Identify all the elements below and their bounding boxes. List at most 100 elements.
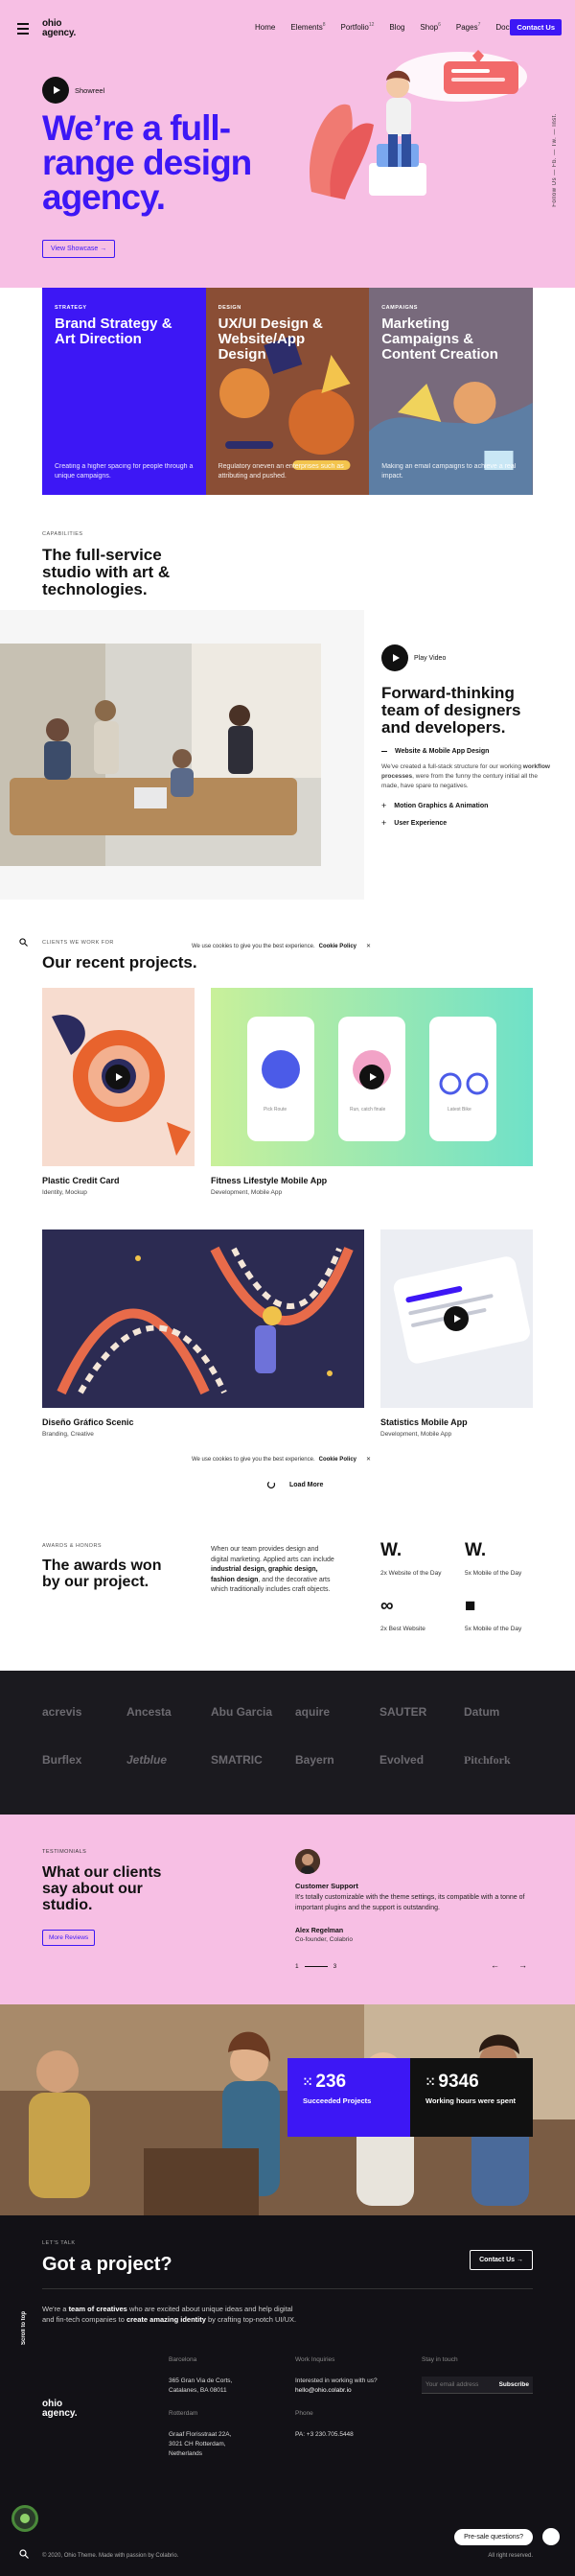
menu-item-elements[interactable]: Elements8 xyxy=(290,22,325,32)
cta-title: Got a project? xyxy=(42,2254,172,2275)
services-cards: STRATEGY Brand Strategy & Art Direction … xyxy=(42,288,533,495)
load-more-button[interactable]: Load More xyxy=(266,1480,323,1489)
grid-icon: ⁙ xyxy=(426,2074,439,2089)
play-icon[interactable] xyxy=(359,1065,384,1089)
grid-icon: ⁙ xyxy=(303,2074,316,2089)
cookie-policy-link[interactable]: Cookie Policy xyxy=(319,944,356,949)
testimonials-section: TESTIMONIALS What our clients say about … xyxy=(0,1815,575,2004)
scroll-to-top-link[interactable]: Scroll to top xyxy=(21,2311,27,2345)
testimonial-author: Alex Regelman xyxy=(295,1928,344,1934)
feature-title: Forward-thinking team of designers and d… xyxy=(381,684,521,737)
menu-item-pages[interactable]: Pages7 xyxy=(456,22,480,32)
avatar xyxy=(295,1849,320,1874)
project-thumb-statistics-app[interactable] xyxy=(380,1229,533,1408)
follow-us-links[interactable]: Follow Us — Fb. — Tw. — Inst. xyxy=(552,113,558,207)
email-link[interactable]: hello@ohio.colabr.io xyxy=(295,2386,378,2396)
phone-number[interactable]: PA: +3 230.705.5448 xyxy=(295,2430,378,2440)
testimonials-title: What our clients say about our studio. xyxy=(42,1864,162,1913)
search-icon[interactable] xyxy=(19,938,28,947)
project-name[interactable]: Statistics Mobile App xyxy=(380,1417,468,1427)
stat-hours: ⁙ 9346 Working hours were spent xyxy=(410,2058,533,2137)
play-icon[interactable] xyxy=(444,1306,469,1331)
project-name[interactable]: Diseño Gráfico Scenic xyxy=(42,1417,134,1427)
play-icon[interactable] xyxy=(105,1065,130,1089)
stat-label: Working hours were spent xyxy=(426,2096,517,2105)
service-card-campaigns[interactable]: CAMPAIGNS Marketing Campaigns & Content … xyxy=(369,288,533,495)
feature-item-motion[interactable]: + Motion Graphics & Animation xyxy=(381,801,554,810)
award-label: 5x Mobile of the Day xyxy=(465,1570,522,1577)
menu-item-shop[interactable]: Shop6 xyxy=(420,22,440,32)
capabilities-tag: CAPABILITIES xyxy=(42,531,83,537)
hamburger-icon[interactable] xyxy=(17,23,29,37)
feature-paragraph: We've created a full-stack structure for… xyxy=(381,762,554,791)
cta-para-text: by crafting top-notch UI/UX. xyxy=(205,2315,297,2324)
projects-tag: CLIENTS WE WORK FOR xyxy=(42,940,114,946)
project-name[interactable]: Fitness Lifestyle Mobile App xyxy=(211,1176,327,1185)
service-card-design[interactable]: DESIGN UX/UI Design & Website/App Design… xyxy=(205,288,370,495)
service-desc: Creating a higher spacing for people thr… xyxy=(55,463,194,480)
close-icon[interactable]: ✕ xyxy=(366,1456,371,1463)
stat-projects: ⁙ 236 Succeeded Projects xyxy=(288,2058,410,2137)
project-thumb-scenic[interactable] xyxy=(42,1229,364,1408)
menu-item-blog[interactable]: Blog xyxy=(389,22,404,32)
logo-line2: agency. xyxy=(42,28,77,38)
award-item: ■ 5x Mobile of the Day xyxy=(465,1596,521,1632)
plus-icon: + xyxy=(381,801,387,810)
more-reviews-button[interactable]: More Reviews xyxy=(42,1930,96,1946)
play-video-link[interactable]: Play Video xyxy=(381,644,554,671)
avatar-photo xyxy=(295,1849,320,1874)
service-card-strategy[interactable]: STRATEGY Brand Strategy & Art Direction … xyxy=(42,288,206,495)
cookie-notice: We use cookies to give you the best expe… xyxy=(192,943,371,950)
client-logo: acrevis xyxy=(42,1705,82,1719)
chat-icon[interactable] xyxy=(542,2528,560,2545)
cta-paragraph: We're a team of creatives who are excite… xyxy=(42,2304,301,2325)
testimonial-pager: 1 3 xyxy=(295,1963,336,1970)
menu-item-label: Shop xyxy=(420,22,439,32)
close-icon[interactable]: ✕ xyxy=(366,943,371,949)
cookie-notice: We use cookies to give you the best expe… xyxy=(192,1456,371,1464)
menu-item-portfolio[interactable]: Portfolio12 xyxy=(340,22,374,32)
site-logo[interactable]: ohio agency. xyxy=(42,19,76,38)
award-label: 2x Website of the Day xyxy=(380,1570,442,1577)
project-name[interactable]: Plastic Credit Card xyxy=(42,1176,120,1185)
cookie-policy-link[interactable]: Cookie Policy xyxy=(319,1457,356,1463)
contact-us-button[interactable]: Contact Us → xyxy=(470,2250,533,2270)
feature-item-website[interactable]: Website & Mobile App Design xyxy=(381,748,554,755)
testimonial-quote: It's totally customizable with the theme… xyxy=(295,1894,525,1911)
menu-item-home[interactable]: Home xyxy=(255,22,275,32)
play-icon[interactable] xyxy=(381,644,408,671)
award-item: W. 5x Mobile of the Day xyxy=(465,1540,521,1577)
cookie-text: We use cookies to give you the best expe… xyxy=(192,1456,315,1463)
subscribe-button[interactable]: Subscribe xyxy=(499,2381,529,2388)
contact-us-button[interactable]: Contact Us xyxy=(510,19,562,35)
feature-item-ux[interactable]: + User Experience xyxy=(381,818,554,828)
footer-section: LET'S TALK Got a project? Contact Us → W… xyxy=(0,2215,575,2576)
pre-sale-chat-button[interactable]: Pre-sale questions? xyxy=(454,2529,533,2545)
client-logos-strip: acrevis Ancesta Abu Garcia aquire SAUTER… xyxy=(0,1671,575,1815)
view-showcase-label: View Showcase xyxy=(51,246,99,252)
menu-item-badge: 12 xyxy=(368,22,375,28)
green-badge-icon[interactable] xyxy=(12,2505,38,2532)
footer-logo[interactable]: ohio agency. xyxy=(42,2400,78,2419)
view-showcase-button[interactable]: View Showcase → xyxy=(42,240,116,258)
feature-item-label: User Experience xyxy=(394,819,448,827)
search-icon[interactable] xyxy=(19,2549,29,2559)
arrow-right-icon[interactable]: → xyxy=(518,1960,527,1970)
cta-para-text: We're a xyxy=(42,2305,69,2313)
award-item: W. 2x Website of the Day xyxy=(380,1540,441,1577)
top-navigation: ohio agency. Home Elements8 Portfolio12 … xyxy=(0,19,575,38)
capabilities-title: The full-service studio with art & techn… xyxy=(42,546,171,598)
stat-number: ⁙ 236 xyxy=(303,2072,395,2093)
address-line: 365 Gran Via de Corts, xyxy=(169,2377,233,2384)
showreel-link[interactable]: Showreel xyxy=(42,77,104,104)
project-thumb-fitness-app[interactable]: Pick Route Run, catch finale Latest Bike xyxy=(211,988,533,1166)
arrow-left-icon[interactable]: ← xyxy=(491,1960,499,1970)
cookie-text: We use cookies to give you the best expe… xyxy=(192,943,315,949)
play-icon[interactable] xyxy=(42,77,69,104)
awwwards-logo-icon: W. xyxy=(465,1540,487,1560)
email-input[interactable]: Your email address xyxy=(426,2381,478,2388)
main-menu: Home Elements8 Portfolio12 Blog Shop6 Pa… xyxy=(255,22,514,32)
project-thumb-credit-card[interactable] xyxy=(42,988,195,1166)
menu-item-label: Home xyxy=(255,22,276,32)
client-logo: Datum xyxy=(464,1705,500,1719)
